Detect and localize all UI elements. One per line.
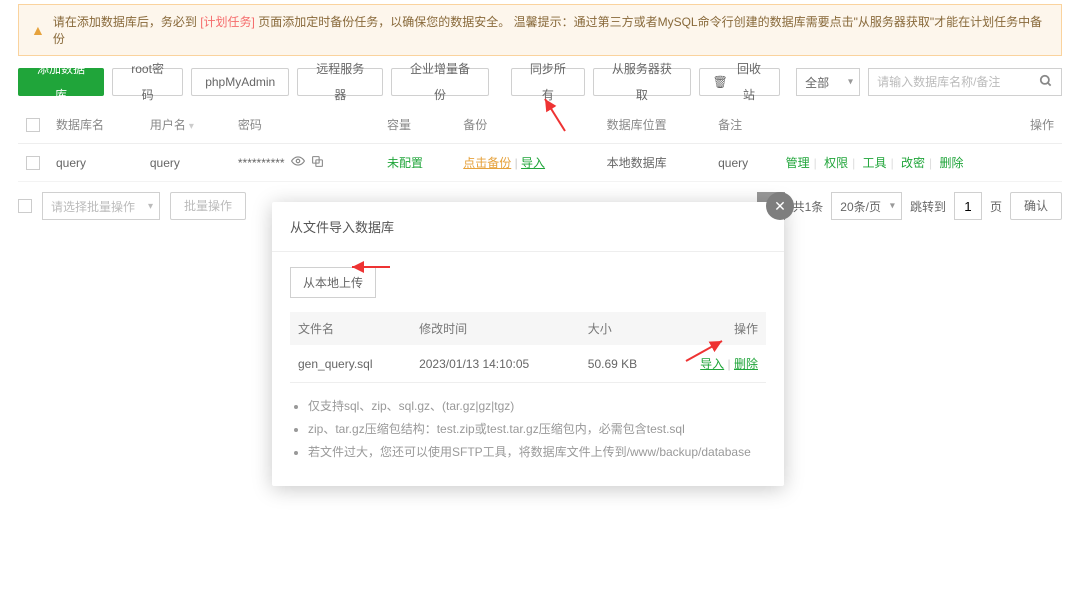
recycle-bin-button[interactable]: 🗑 回收站 [699,68,780,96]
per-page-select[interactable]: 20条/页 ▾ [831,192,902,220]
note-1: 仅支持sql、zip、sql.gz、(tar.gz|gz|tgz) [308,397,766,414]
total-count: 共1条 [793,198,824,215]
enterprise-backup-button[interactable]: 企业增量备份 [391,68,489,96]
action-manage[interactable]: 管理 [786,156,810,170]
col-location: 数据库位置 [607,118,667,132]
goto-label: 跳转到 [910,198,946,215]
trash-icon: 🗑 [713,69,728,95]
copy-icon[interactable] [311,155,324,171]
mcol-mtime: 修改时间 [419,322,467,336]
recycle-bin-label: 回收站 [732,56,766,108]
pagination: 1 共1条 20条/页 ▾ 跳转到 页 确认 [757,192,1062,220]
eye-icon[interactable] [291,154,305,171]
file-delete-link[interactable]: 删除 [734,357,758,371]
file-import-link[interactable]: 导入 [700,357,724,371]
select-all-checkbox[interactable] [26,118,40,132]
import-link[interactable]: 导入 [521,156,545,170]
action-delete[interactable]: 删除 [940,156,964,170]
search-input[interactable] [877,75,1039,89]
search-box [868,68,1062,96]
root-password-button[interactable]: root密码 [112,68,183,96]
filter-select-label: 全部 [805,74,829,91]
batch-checkbox[interactable] [18,199,32,213]
import-modal: ✕ 从文件导入数据库 从本地上传 文件名 修改时间 大小 操作 gen_quer… [272,202,784,486]
cell-password: ********** [238,156,285,170]
mcol-opt: 操作 [734,322,758,336]
col-remark: 备注 [718,118,742,132]
note-2: zip、tar.gz压缩包结构：test.zip或test.tar.gz压缩包内… [308,420,766,437]
modal-title: 从文件导入数据库 [272,202,784,252]
action-tool[interactable]: 工具 [863,156,887,170]
warning-icon: ▲ [31,22,45,38]
col-backup: 备份 [463,118,487,132]
modal-notes: 仅支持sql、zip、sql.gz、(tar.gz|gz|tgz) zip、ta… [290,397,766,460]
action-perm[interactable]: 权限 [824,156,848,170]
database-table: 数据库名 用户名▾ 密码 容量 备份 数据库位置 备注 操作 query que… [18,106,1062,182]
cell-capacity[interactable]: 未配置 [387,156,423,170]
backup-click-link[interactable]: 点击备份 [463,156,511,170]
sync-all-button[interactable]: 同步所有 [511,68,585,96]
batch-select-placeholder: 请选择批量操作 [51,198,135,215]
goto-page-input[interactable] [954,192,982,220]
cell-remark[interactable]: query [718,156,748,170]
table-row: query query ********** 未配置 点击备份 [18,144,1062,182]
add-database-button[interactable]: 添加数据库 [18,68,104,96]
file-size: 50.69 KB [588,357,637,371]
fetch-from-server-button[interactable]: 从服务器获取 [593,68,691,96]
filter-select[interactable]: 全部 ▾ [796,68,860,96]
remote-server-button[interactable]: 远程服务器 [297,68,383,96]
chevron-down-icon: ▾ [890,201,895,212]
chevron-down-icon: ▾ [148,201,153,212]
plan-task-link[interactable]: [计划任务] [200,15,255,29]
col-user[interactable]: 用户名 [150,118,186,132]
phpmyadmin-button[interactable]: phpMyAdmin [191,68,289,96]
mcol-filename: 文件名 [298,322,334,336]
notice-prefix: 请在添加数据库后，务必到 [53,15,197,29]
col-dbname[interactable]: 数据库名 [56,118,104,132]
note-3: 若文件过大，您还可以使用SFTP工具，将数据库文件上传到/www/backup/… [308,443,766,460]
cell-dbname[interactable]: query [56,156,86,170]
mcol-size: 大小 [588,322,612,336]
top-notice: ▲ 请在添加数据库后，务必到 [计划任务] 页面添加定时备份任务，以确保您的数据… [18,4,1062,56]
row-checkbox[interactable] [26,156,40,170]
cell-location: 本地数据库 [607,156,667,170]
file-time: 2023/01/13 14:10:05 [419,357,529,371]
per-page-label: 20条/页 [840,198,881,215]
batch-apply-button[interactable]: 批量操作 [170,192,246,220]
toolbar: 添加数据库 root密码 phpMyAdmin 远程服务器 企业增量备份 同步所… [18,68,1062,96]
col-capacity: 容量 [387,118,411,132]
chevron-down-icon: ▾ [848,77,853,88]
page-suffix: 页 [990,198,1002,215]
file-name: gen_query.sql [298,357,373,371]
sort-caret-icon: ▾ [189,121,194,132]
file-row: gen_query.sql 2023/01/13 14:10:05 50.69 … [290,345,766,383]
col-opt: 操作 [1030,118,1054,132]
batch-select[interactable]: 请选择批量操作 ▾ [42,192,160,220]
file-table: 文件名 修改时间 大小 操作 gen_query.sql 2023/01/13 … [290,312,766,383]
modal-close-button[interactable]: ✕ [766,192,794,220]
col-password: 密码 [238,118,262,132]
cell-user: query [150,156,180,170]
upload-local-button[interactable]: 从本地上传 [290,267,376,298]
goto-confirm-button[interactable]: 确认 [1010,192,1062,220]
search-icon[interactable] [1039,74,1053,91]
action-modpwd[interactable]: 改密 [901,156,925,170]
